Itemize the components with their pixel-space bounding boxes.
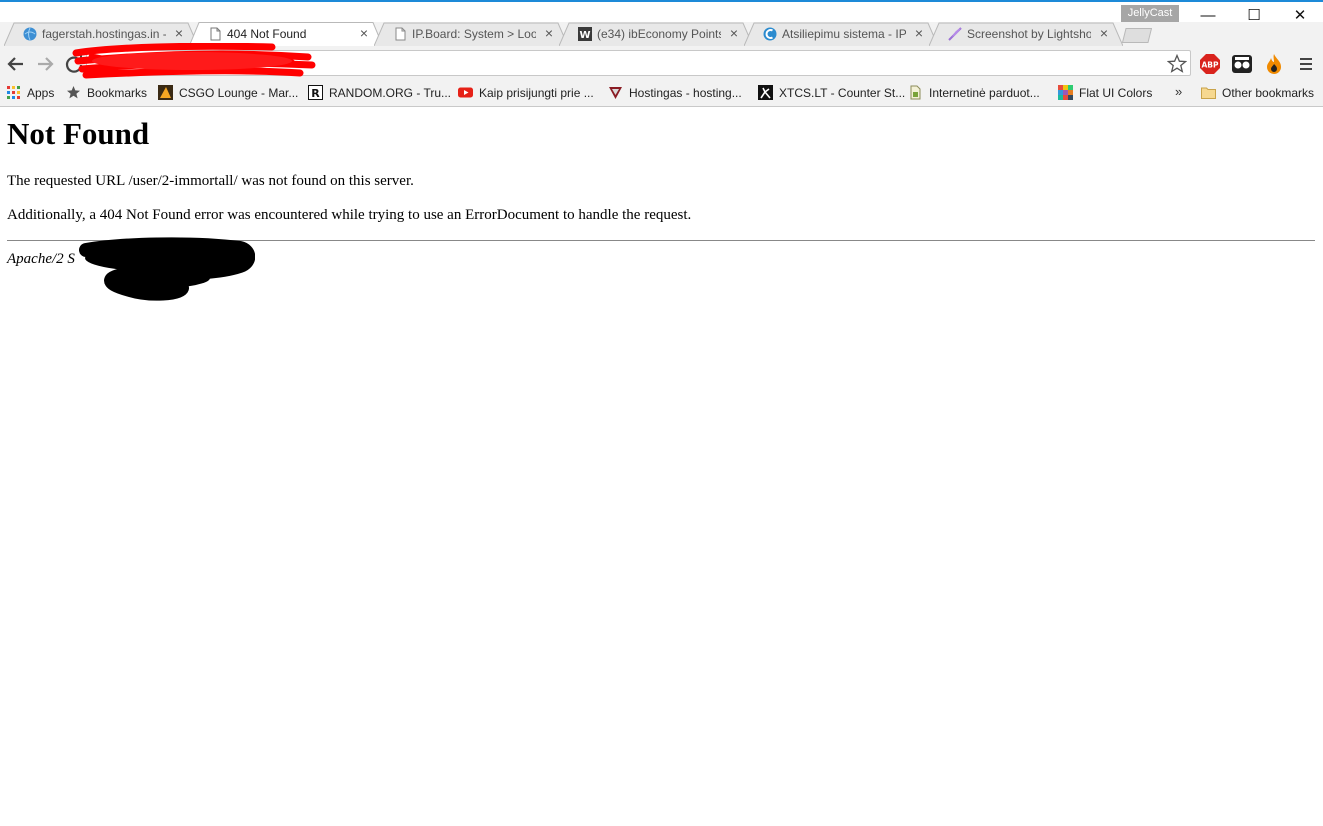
youtube-icon [458, 87, 473, 98]
tab-lightshot[interactable]: Screenshot by Lightshot × [929, 22, 1123, 46]
new-tab-button[interactable] [1122, 28, 1152, 43]
browser-frame: JellyCast — ☐ ✕ fagerstah.hostingas.in -… [0, 0, 1323, 107]
svg-text:ABP: ABP [1201, 61, 1219, 70]
tab-title: Screenshot by Lightshot [967, 27, 1091, 41]
tab-close-icon[interactable]: × [172, 26, 186, 40]
page-icon [393, 27, 407, 41]
hostingas-icon [609, 87, 622, 99]
page-heading: Not Found [7, 116, 150, 151]
bookmarks-bar: Apps Bookmarks CSGO Lounge - Mar... R RA… [0, 80, 1323, 107]
flat-ui-icon [1058, 85, 1073, 100]
bookmarks-overflow-button[interactable]: » [1175, 84, 1182, 99]
tab-title: 404 Not Found [227, 27, 307, 41]
menu-icon[interactable] [1297, 55, 1315, 73]
tab-ipboard-system[interactable]: IP.Board: System > Look × [374, 22, 568, 46]
bookmark-label: Internetinė parduot... [929, 86, 1040, 100]
tab-title: fagerstah.hostingas.in - I [42, 27, 166, 41]
svg-text:R: R [311, 87, 320, 100]
apps-grid-icon [7, 86, 20, 99]
error-message: The requested URL /user/2-immortall/ was… [7, 173, 414, 189]
tab-close-icon[interactable]: × [542, 26, 556, 40]
forward-button[interactable] [34, 53, 56, 75]
bookmark-label: Flat UI Colors [1079, 86, 1153, 100]
svg-text:W: W [579, 30, 590, 41]
tab-close-icon[interactable]: × [912, 26, 926, 40]
tab-ibeconomy-points[interactable]: W (e34) ibEconomy Points × [559, 22, 753, 46]
taskbar-accent [0, 0, 1323, 2]
w-icon: W [578, 27, 592, 41]
bookmark-label: XTCS.LT - Counter St... [779, 86, 906, 100]
abp-icon[interactable]: ABP [1199, 53, 1221, 75]
tab-close-icon[interactable]: × [1097, 26, 1111, 40]
xtcs-icon [758, 85, 773, 100]
server-signature: Apache/2 S [7, 251, 75, 267]
red-redaction-scribble [72, 43, 316, 79]
bookmark-label: Apps [27, 86, 55, 100]
bookmark-label: Other bookmarks [1222, 86, 1315, 100]
csgo-lounge-icon [158, 85, 173, 100]
tab-title: (e34) ibEconomy Points [597, 27, 721, 41]
bookmark-star-icon[interactable] [1167, 54, 1187, 74]
globe-icon [23, 27, 37, 41]
toolbar: ABP [0, 43, 1323, 80]
tab-atsiliepimu-sistema[interactable]: Atsiliepimu sistema - IPB × [744, 22, 938, 46]
bookmark-label: Hostingas - hosting... [629, 86, 742, 100]
feather-icon [948, 27, 962, 41]
tab-close-icon[interactable]: × [727, 26, 741, 40]
shop-icon [910, 85, 921, 100]
tab-title: IP.Board: System > Look [412, 27, 536, 41]
tab-close-icon[interactable]: × [357, 26, 371, 40]
profile-badge[interactable]: JellyCast [1121, 5, 1179, 22]
tab-title: Atsiliepimu sistema - IPB [782, 27, 906, 41]
back-button[interactable] [5, 53, 27, 75]
bookmark-label: RANDOM.ORG - Tru... [329, 86, 452, 100]
additional-error-message: Additionally, a 404 Not Found error was … [7, 207, 692, 223]
black-redaction-scribble [79, 237, 255, 301]
star-icon [67, 86, 80, 99]
bookmark-label: Kaip prisijungti prie ... [479, 86, 594, 100]
ipb-icon [763, 27, 777, 41]
random-org-icon: R [308, 85, 323, 100]
page-icon [208, 27, 222, 41]
fire-icon[interactable] [1263, 53, 1285, 75]
page-content: Not Found The requested URL /user/2-immo… [0, 107, 1323, 826]
bookmark-label: CSGO Lounge - Mar... [179, 86, 299, 100]
ghostery-icon[interactable] [1231, 53, 1253, 75]
folder-icon [1201, 87, 1216, 99]
bookmark-label: Bookmarks [87, 86, 148, 100]
